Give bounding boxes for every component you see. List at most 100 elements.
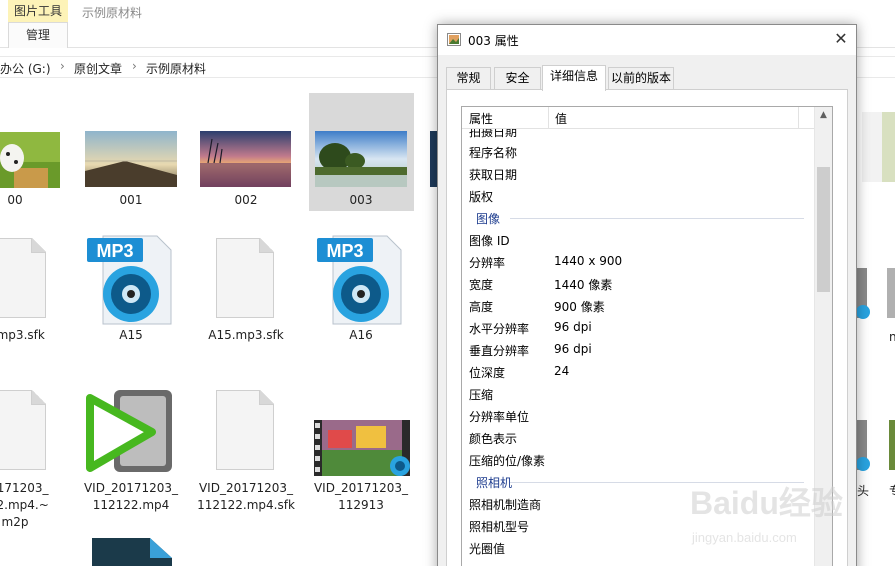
- property-row[interactable]: 宽度 1440 像素: [462, 273, 814, 295]
- property-name: 位深度: [469, 366, 506, 380]
- column-divider[interactable]: [798, 107, 799, 129]
- close-icon: ✕: [834, 29, 848, 48]
- property-row[interactable]: 图像 ID: [462, 229, 814, 251]
- partial-file-icon: [92, 538, 172, 566]
- property-name: 水平分辨率: [469, 322, 530, 336]
- picture-tools-context-label: 图片工具: [8, 0, 68, 22]
- tab-security[interactable]: 安全: [494, 67, 541, 89]
- file-name-line2: 112122.mp4.sfk: [197, 498, 295, 512]
- property-value: 96 dpi: [554, 342, 592, 356]
- property-name: 压缩: [469, 388, 494, 402]
- dog-photo-thumbnail: [0, 132, 60, 188]
- dialog-titlebar[interactable]: 003 属性 ✕: [438, 25, 856, 55]
- breadcrumb-item-drive[interactable]: 办公 (G:): [0, 60, 51, 77]
- property-name: 获取日期: [469, 168, 518, 182]
- blank-file-icon: [0, 390, 46, 470]
- lake-trees-photo-thumbnail: [315, 131, 407, 187]
- property-name: 照相机型号: [469, 520, 530, 534]
- partial-file-name: 专: [889, 482, 895, 499]
- window-caption: 示例原材料: [82, 6, 143, 20]
- column-header-value[interactable]: 值: [555, 110, 567, 127]
- property-name: 垂直分辨率: [469, 344, 530, 358]
- watermark-url: jingyan.baidu.com: [691, 530, 797, 545]
- blank-file-icon: [0, 238, 46, 318]
- partial-file-name: 头: [857, 484, 870, 498]
- baidu-jingyan-watermark: Baidu经验 jingyan.baidu.com: [690, 485, 843, 545]
- partial-image-thumbnail: [862, 112, 895, 182]
- section-title: 图像: [476, 212, 501, 226]
- file-name: 001: [119, 193, 143, 207]
- file-name-line2: 112913: [338, 498, 384, 512]
- breadcrumb-chevron-icon[interactable]: ›: [132, 59, 137, 73]
- property-row[interactable]: 分辨率 1440 x 900: [462, 251, 814, 273]
- image-file-icon: [447, 33, 461, 46]
- mp3-file-icon: MP3: [87, 235, 172, 325]
- partial-media-icon: [857, 420, 895, 471]
- property-row[interactable]: 高度 900 像素: [462, 295, 814, 317]
- property-name: 宽度: [469, 278, 494, 292]
- tab-details[interactable]: 详细信息: [542, 65, 606, 91]
- file-name-line2: 112122.mp4: [92, 498, 170, 512]
- breadcrumb-chevron-icon[interactable]: ›: [60, 59, 65, 73]
- property-value: 24: [554, 364, 570, 378]
- scrollbar-thumb[interactable]: [817, 167, 830, 292]
- property-name: 图像 ID: [469, 234, 510, 248]
- video-thumbnail: [314, 420, 410, 476]
- property-name: 分辨率: [469, 256, 506, 270]
- file-name: 00: [7, 193, 23, 207]
- partial-file-name: n: [889, 330, 895, 344]
- file-name-line1: VID_20171203_: [83, 481, 179, 495]
- file-name: A15: [119, 328, 143, 342]
- sunset-lake-photo-thumbnail: [200, 131, 291, 187]
- property-name: 光圈值: [469, 542, 506, 556]
- property-name: 分辨率单位: [469, 410, 530, 424]
- partial-media-icon: [857, 268, 895, 319]
- property-row[interactable]: 垂直分辨率 96 dpi: [462, 339, 814, 361]
- property-row[interactable]: 位深度 24: [462, 361, 814, 383]
- property-row[interactable]: 拍摄日期: [462, 129, 814, 141]
- property-row[interactable]: 分辨率单位: [462, 405, 814, 427]
- property-name: 照相机制造商: [469, 498, 542, 512]
- manage-tab[interactable]: 管理: [8, 22, 68, 48]
- file-name-line3: m2p: [1, 515, 29, 529]
- property-name: 高度: [469, 300, 494, 314]
- close-button[interactable]: ✕: [826, 25, 856, 55]
- column-header-property[interactable]: 属性: [469, 110, 493, 127]
- file-name: 4.mp3.sfk: [0, 328, 45, 342]
- breadcrumb-item-articles[interactable]: 原创文章: [74, 60, 122, 77]
- file-name: A16: [349, 328, 373, 342]
- mp3-badge-label: MP3: [96, 241, 133, 261]
- property-section-header[interactable]: 图像: [462, 207, 814, 229]
- property-value: 96 dpi: [554, 320, 592, 334]
- blank-file-icon: [216, 390, 274, 470]
- pier-photo-thumbnail: [85, 131, 177, 187]
- mp3-badge-label: MP3: [326, 241, 363, 261]
- file-name-line1: VID_20171203_: [198, 481, 294, 495]
- property-row[interactable]: 获取日期: [462, 163, 814, 185]
- property-row[interactable]: 压缩: [462, 383, 814, 405]
- property-name: 程序名称: [469, 146, 518, 160]
- column-divider[interactable]: [548, 107, 549, 129]
- section-title: 照相机: [476, 476, 513, 490]
- breadcrumb-item-materials[interactable]: 示例原材料: [146, 60, 206, 77]
- section-divider: [510, 218, 804, 219]
- property-value: 900 像素: [554, 300, 605, 314]
- property-row[interactable]: 版权: [462, 185, 814, 207]
- property-value: 1440 x 900: [554, 254, 623, 268]
- mp3-file-icon: MP3: [317, 235, 402, 325]
- property-row[interactable]: 水平分辨率 96 dpi: [462, 317, 814, 339]
- tab-previous-versions[interactable]: 以前的版本: [608, 67, 674, 89]
- property-row[interactable]: 程序名称: [462, 141, 814, 163]
- watermark-logo-text: Baidu经验: [690, 485, 843, 521]
- property-row[interactable]: 颜色表示: [462, 427, 814, 449]
- property-name: 颜色表示: [469, 432, 518, 446]
- file-name-line1: 20171203_: [0, 481, 49, 495]
- file-name: 002: [234, 193, 258, 207]
- property-list-header: 属性 值: [462, 107, 814, 129]
- video-player-file-icon: [86, 390, 172, 472]
- scroll-up-icon[interactable]: ▲: [815, 107, 832, 124]
- file-name-line2: 122.mp4.~: [0, 498, 49, 512]
- tab-general[interactable]: 常规: [446, 67, 491, 89]
- dialog-title: 003 属性: [468, 34, 519, 48]
- property-value: 1440 像素: [554, 278, 613, 292]
